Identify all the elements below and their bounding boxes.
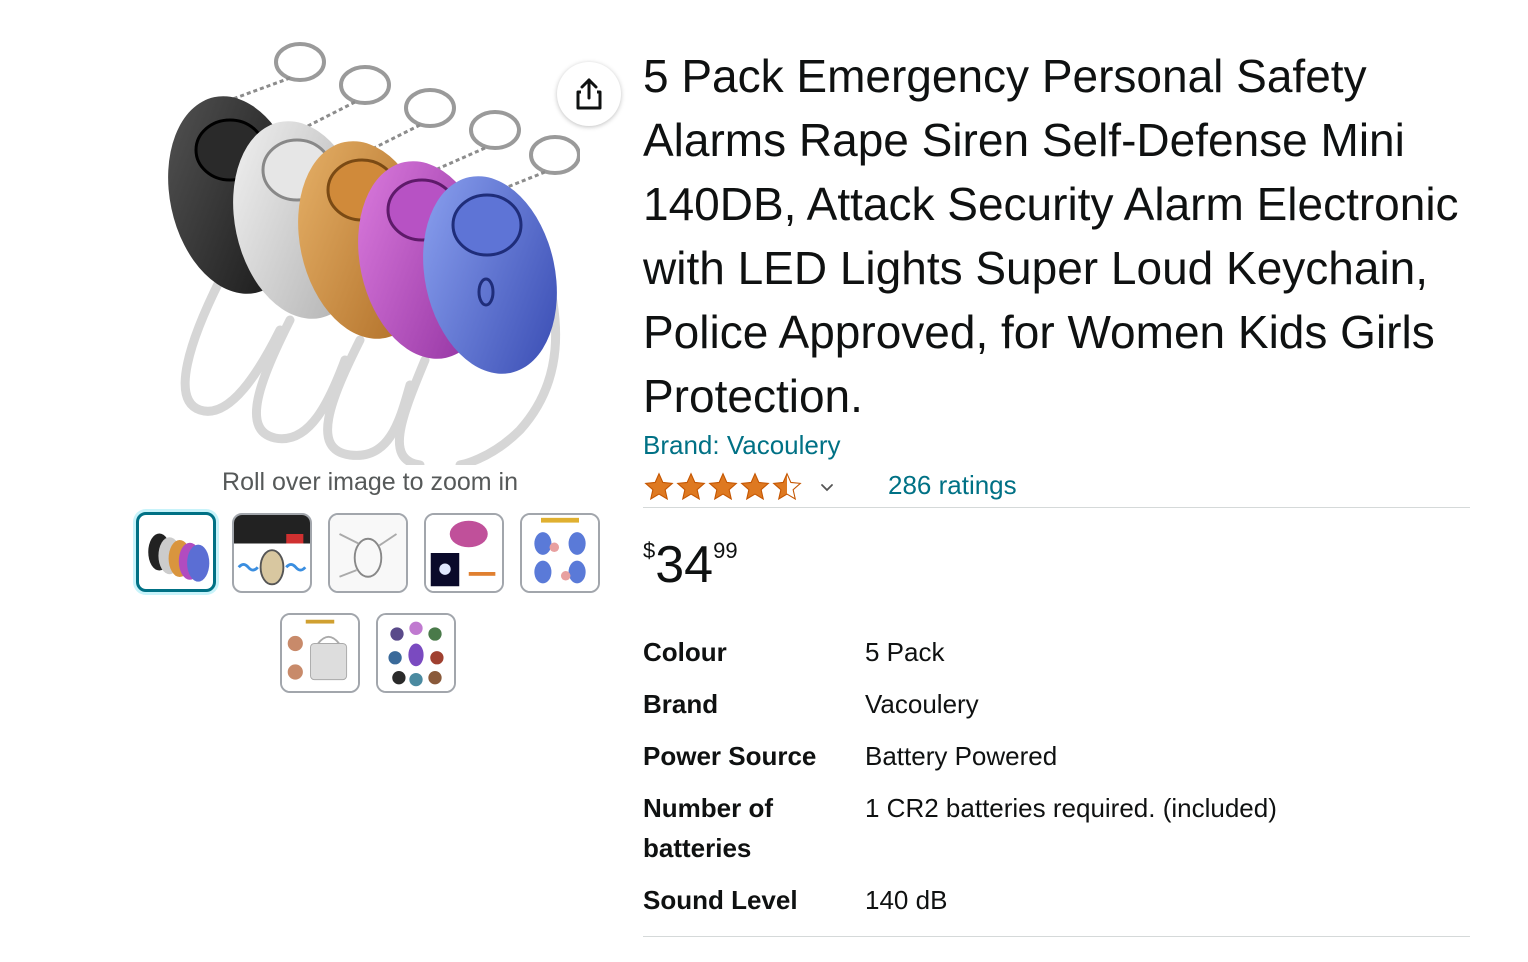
spec-row: Brand Vacoulery bbox=[643, 684, 1470, 724]
price-fraction: 99 bbox=[713, 538, 738, 563]
star-full-icon bbox=[740, 472, 770, 501]
price-whole: 34 bbox=[655, 536, 714, 594]
thumbnail-1[interactable] bbox=[136, 512, 216, 592]
star-rating[interactable] bbox=[643, 471, 803, 503]
spec-label: Colour bbox=[643, 637, 727, 667]
brand-link[interactable]: Brand: Vacoulery bbox=[643, 430, 841, 461]
zoom-hint: Roll over image to zoom in bbox=[222, 468, 518, 496]
product-page: Roll over image to zoom in 5 Pack Emerge… bbox=[0, 0, 1528, 962]
share-button[interactable] bbox=[557, 62, 621, 126]
ratings-count-link[interactable]: 286 ratings bbox=[888, 470, 1017, 501]
divider bbox=[643, 936, 1470, 937]
thumbnail-6[interactable] bbox=[280, 613, 360, 693]
spec-label: Number of batteries bbox=[643, 793, 773, 863]
spec-row: Sound Level 140 dB bbox=[643, 880, 1470, 920]
star-full-icon bbox=[676, 472, 706, 501]
spec-row: Power Source Battery Powered bbox=[643, 736, 1470, 776]
thumbnail-5[interactable] bbox=[520, 513, 600, 593]
thumbnail-7[interactable] bbox=[376, 613, 456, 693]
star-half-icon bbox=[772, 472, 802, 501]
spec-label: Power Source bbox=[643, 741, 817, 771]
spec-label: Sound Level bbox=[643, 885, 798, 915]
star-full-icon bbox=[708, 472, 738, 501]
main-product-image[interactable] bbox=[160, 40, 581, 470]
spec-row: Colour 5 Pack bbox=[643, 632, 1470, 672]
thumbnail-2[interactable] bbox=[232, 513, 312, 593]
spec-label: Brand bbox=[643, 689, 719, 719]
spec-value: Battery Powered bbox=[865, 741, 1058, 771]
spec-value: 5 Pack bbox=[865, 637, 945, 667]
product-specs-table: Colour 5 Pack Brand Vacoulery Power Sour… bbox=[643, 632, 1470, 932]
divider bbox=[643, 507, 1470, 508]
spec-value: 140 dB bbox=[865, 885, 948, 915]
thumbnail-3[interactable] bbox=[328, 513, 408, 593]
price: $ 34 99 bbox=[643, 536, 738, 596]
product-title: 5 Pack Emergency Personal Safety Alarms … bbox=[643, 50, 1459, 422]
star-full-icon bbox=[644, 472, 674, 501]
thumbnail-4[interactable] bbox=[424, 513, 504, 593]
chevron-down-icon[interactable] bbox=[817, 477, 837, 497]
share-icon bbox=[576, 78, 602, 110]
spec-row: Number of batteries 1 CR2 batteries requ… bbox=[643, 788, 1470, 868]
price-symbol: $ bbox=[643, 538, 656, 563]
spec-value: 1 CR2 batteries required. (included) bbox=[865, 793, 1277, 823]
rating-row bbox=[643, 470, 837, 504]
spec-value: Vacoulery bbox=[865, 689, 979, 719]
